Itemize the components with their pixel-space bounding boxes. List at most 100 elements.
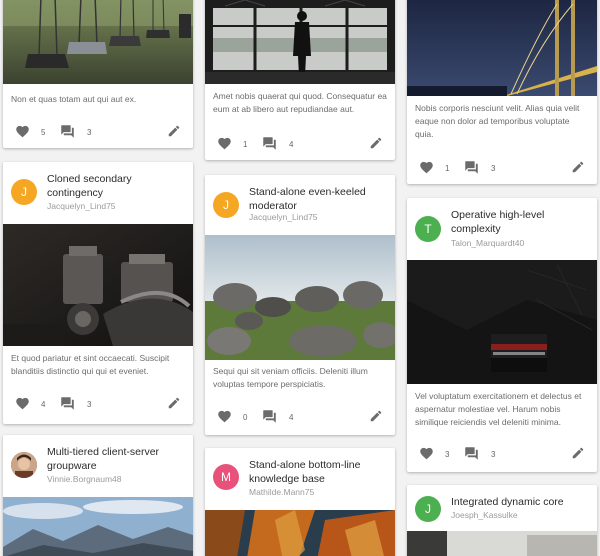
comment-count: 3 <box>87 128 92 137</box>
like-button[interactable] <box>419 446 434 461</box>
comment-icon <box>464 160 479 175</box>
edit-button[interactable] <box>571 160 585 179</box>
edit-icon <box>571 446 585 460</box>
comment-count: 4 <box>289 140 294 149</box>
heart-icon <box>217 409 232 424</box>
post-title[interactable]: Multi-tiered client-server groupware <box>47 445 187 473</box>
edit-button[interactable] <box>369 136 383 155</box>
post-image-stones[interactable] <box>205 235 395 360</box>
post-card[interactable]: M Stand-alone bottom-line knowledge base… <box>205 448 395 556</box>
like-button[interactable] <box>217 136 232 151</box>
like-count: 5 <box>41 128 46 137</box>
like-count: 3 <box>445 450 450 459</box>
comment-count: 3 <box>87 400 92 409</box>
post-card[interactable]: T Operative high-level complexity Talon_… <box>407 198 597 472</box>
post-card[interactable]: J Integrated dynamic core Joesph_Kassulk… <box>407 485 597 556</box>
avatar: J <box>415 496 441 522</box>
card-actions: 1 4 <box>205 134 395 154</box>
comment-icon <box>262 409 277 424</box>
avatar: T <box>415 216 441 242</box>
card-header: M Stand-alone bottom-line knowledge base… <box>205 448 395 510</box>
username[interactable]: Vinnie.Borgnaum48 <box>47 474 122 484</box>
comment-count: 4 <box>289 413 294 422</box>
heart-icon <box>419 446 434 461</box>
like-button[interactable] <box>419 160 434 175</box>
avatar: J <box>11 179 37 205</box>
heart-icon <box>15 124 30 139</box>
edit-icon <box>167 396 181 410</box>
post-title[interactable]: Cloned secondary contingency <box>47 172 187 200</box>
card-actions: 3 3 <box>407 444 597 464</box>
post-card[interactable]: Nobis corporis nesciunt velit. Alias qui… <box>407 0 597 184</box>
post-description: Amet nobis quaerat qui quod. Consequatur… <box>213 91 387 114</box>
heart-icon <box>419 160 434 175</box>
like-count: 1 <box>445 164 450 173</box>
edit-button[interactable] <box>571 446 585 465</box>
username[interactable]: Jacquelyn_Lind75 <box>47 201 116 211</box>
avatar: J <box>213 192 239 218</box>
post-title[interactable]: Stand-alone even-keeled moderator <box>249 185 389 213</box>
post-card[interactable]: J Cloned secondary contingency Jacquelyn… <box>3 162 193 424</box>
heart-icon <box>15 396 30 411</box>
comment-icon <box>464 446 479 461</box>
username[interactable]: Talon_Marquardt40 <box>451 238 524 248</box>
edit-button[interactable] <box>167 124 181 143</box>
post-description: Et quod pariatur et sint occaecati. Susc… <box>11 353 170 376</box>
post-image-machine[interactable] <box>3 224 193 346</box>
edit-button[interactable] <box>167 396 181 415</box>
post-image-autumn[interactable] <box>205 510 395 556</box>
post-image-mountains[interactable] <box>3 497 193 556</box>
card-header: Multi-tiered client-server groupware Vin… <box>3 435 193 497</box>
comment-icon <box>60 124 75 139</box>
comment-icon <box>262 136 277 151</box>
card-header: T Operative high-level complexity Talon_… <box>407 198 597 260</box>
edit-icon <box>369 136 383 150</box>
comment-icon <box>60 396 75 411</box>
username[interactable]: Jacquelyn_Lind75 <box>249 212 318 222</box>
like-count: 0 <box>243 413 248 422</box>
card-actions: 0 4 <box>205 407 395 427</box>
post-image[interactable] <box>407 531 597 556</box>
post-image-bridge-night[interactable] <box>407 0 597 96</box>
edit-icon <box>369 409 383 423</box>
comment-button[interactable] <box>464 160 479 175</box>
like-button[interactable] <box>15 396 30 411</box>
username[interactable]: Mathilde.Mann75 <box>249 487 314 497</box>
card-header: J Stand-alone even-keeled moderator Jacq… <box>205 175 395 237</box>
post-description: Vel voluptatum exercitationem et delectu… <box>415 391 582 427</box>
heart-icon <box>217 136 232 151</box>
post-card[interactable]: Amet nobis quaerat qui quod. Consequatur… <box>205 0 395 160</box>
like-button[interactable] <box>15 124 30 139</box>
card-actions: 5 3 <box>3 122 193 142</box>
comment-count: 3 <box>491 450 496 459</box>
edit-icon <box>167 124 181 138</box>
comment-count: 3 <box>491 164 496 173</box>
card-header: J Cloned secondary contingency Jacquelyn… <box>3 162 193 224</box>
username[interactable]: Joesph_Kassulke <box>451 510 518 520</box>
post-card[interactable]: J Stand-alone even-keeled moderator Jacq… <box>205 175 395 435</box>
edit-icon <box>571 160 585 174</box>
comment-button[interactable] <box>60 124 75 139</box>
comment-button[interactable] <box>262 136 277 151</box>
post-card[interactable]: Multi-tiered client-server groupware Vin… <box>3 435 193 556</box>
post-image-camera-dark[interactable] <box>407 260 597 384</box>
comment-button[interactable] <box>464 446 479 461</box>
post-title[interactable]: Stand-alone bottom-line knowledge base <box>249 458 389 486</box>
avatar-photo <box>11 452 37 478</box>
post-title[interactable]: Operative high-level complexity <box>451 208 591 236</box>
comment-button[interactable] <box>60 396 75 411</box>
edit-button[interactable] <box>369 409 383 428</box>
post-title[interactable]: Integrated dynamic core <box>451 495 591 509</box>
post-image-window-silhouette[interactable] <box>205 0 395 84</box>
comment-button[interactable] <box>262 409 277 424</box>
post-card[interactable]: Non et quas totam aut qui aut ex. 5 3 <box>3 0 193 148</box>
card-actions: 1 3 <box>407 158 597 178</box>
card-actions: 4 3 <box>3 394 193 414</box>
post-description: Nobis corporis nesciunt velit. Alias qui… <box>415 103 580 139</box>
post-description: Non et quas totam aut qui aut ex. <box>11 94 137 104</box>
like-button[interactable] <box>217 409 232 424</box>
post-description: Sequi qui sit veniam officiis. Deleniti … <box>213 366 368 389</box>
avatar: M <box>213 464 239 490</box>
like-count: 1 <box>243 140 248 149</box>
post-image-swings[interactable] <box>3 0 193 84</box>
